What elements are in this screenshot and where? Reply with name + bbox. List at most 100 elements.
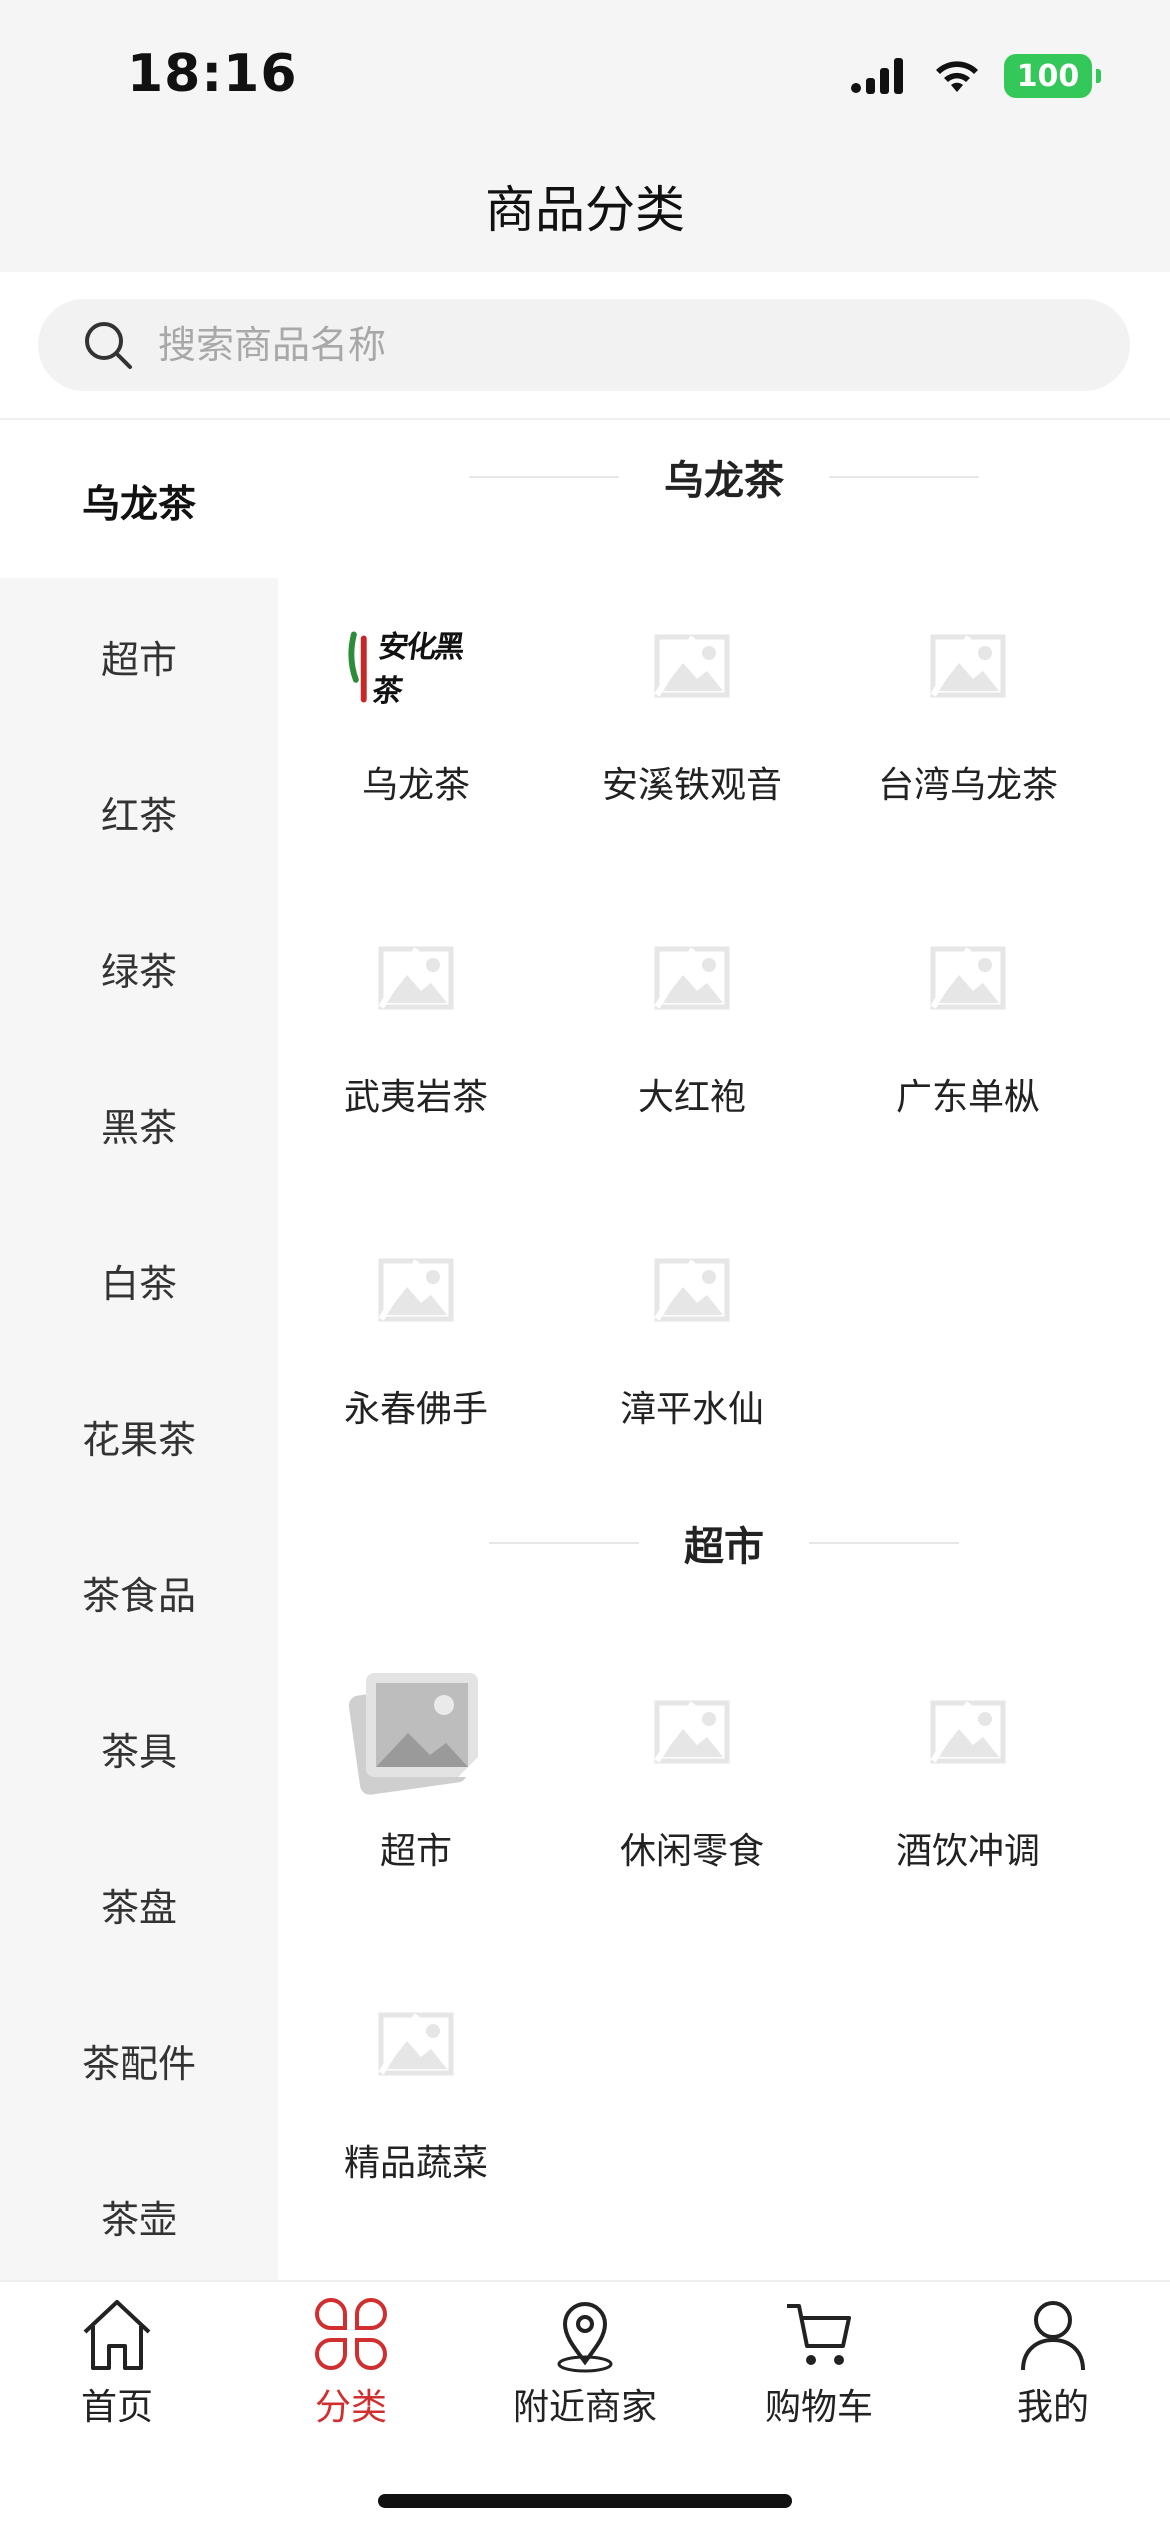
- placeholder-image-icon: [654, 1700, 730, 1764]
- sidebar-item[interactable]: 黑茶: [0, 1046, 278, 1202]
- category-item-name: 永春佛手: [343, 1389, 488, 1430]
- category-content: 乌龙茶 安化黑茶 乌龙茶 安溪铁观音 台湾乌龙茶 武夷岩茶 大红袍 广东单枞 永春佛手 漳平水仙超…: [278, 422, 1170, 2280]
- category-thumbnail: [622, 596, 762, 736]
- home-indicator: [378, 2494, 792, 2508]
- divider: [489, 1542, 639, 1544]
- category-item[interactable]: 安化黑茶 乌龙茶: [278, 532, 554, 844]
- sidebar-item[interactable]: 红茶: [0, 734, 278, 890]
- category-item[interactable]: 漳平水仙: [554, 1156, 830, 1468]
- category-item[interactable]: 武夷岩茶: [278, 844, 554, 1156]
- category-item-name: 休闲零食: [619, 1831, 764, 1872]
- category-sidebar: 乌龙茶 超市 红茶 绿茶 黑茶 白茶 花果茶 茶食品 茶具 茶盘 茶配件 茶壶: [0, 422, 278, 2280]
- sidebar-item[interactable]: 绿茶: [0, 890, 278, 1046]
- placeholder-image-icon: [378, 2012, 454, 2076]
- category-grid: 超市 休闲零食 酒饮冲调精品蔬菜: [278, 1598, 1170, 2222]
- tab-home[interactable]: 首页: [0, 2282, 234, 2432]
- category-item-name: 广东单枞: [895, 1077, 1040, 1118]
- search-box[interactable]: [38, 299, 1130, 391]
- tab-cart-label: 购物车: [764, 2387, 873, 2428]
- category-item[interactable]: 精品蔬菜: [278, 1910, 554, 2222]
- sidebar-item[interactable]: 茶壶: [0, 2138, 278, 2280]
- sidebar-item[interactable]: 花果茶: [0, 1358, 278, 1514]
- category-thumbnail: [622, 1220, 762, 1360]
- photo-stack-icon: [348, 1673, 478, 1795]
- category-item[interactable]: 大红袍: [554, 844, 830, 1156]
- cellular-signal-icon: [851, 58, 903, 94]
- status-icons: 100: [850, 52, 1101, 100]
- category-item-name: 安溪铁观音: [601, 765, 782, 806]
- category-thumbnail: [622, 908, 762, 1048]
- category-grid: 安化黑茶 乌龙茶 安溪铁观音 台湾乌龙茶 武夷岩茶 大红袍 广东单枞 永春佛手 漳平水仙: [278, 532, 1170, 1468]
- section-header: 超市: [278, 1488, 1170, 1598]
- category-item[interactable]: 安溪铁观音: [554, 532, 830, 844]
- sidebar-item[interactable]: 乌龙茶: [0, 422, 278, 578]
- sidebar-item[interactable]: 茶配件: [0, 1982, 278, 2138]
- category-thumbnail: [346, 1662, 486, 1802]
- tab-category-label: 分类: [314, 2387, 387, 2428]
- category-item-name: 精品蔬菜: [343, 2143, 488, 2184]
- profile-icon: [1021, 2301, 1085, 2371]
- category-item[interactable]: 休闲零食: [554, 1598, 830, 1910]
- section-title: 超市: [684, 1524, 764, 1570]
- placeholder-image-icon: [930, 634, 1006, 698]
- category-thumbnail: [346, 1220, 486, 1360]
- placeholder-image-icon: [654, 946, 730, 1010]
- location-pin-icon: [557, 2302, 613, 2373]
- divider: [809, 1542, 959, 1544]
- category-item[interactable]: 台湾乌龙茶: [830, 532, 1106, 844]
- sidebar-item[interactable]: 茶盘: [0, 1826, 278, 1982]
- category-item-name: 漳平水仙: [619, 1389, 764, 1430]
- divider: [469, 476, 619, 478]
- section-header: 乌龙茶: [278, 422, 1170, 532]
- category-item-name: 大红袍: [637, 1077, 746, 1118]
- category-item-name: 乌龙茶: [361, 765, 470, 806]
- tab-nearby-label: 附近商家: [512, 2387, 657, 2428]
- top-header: 18:16 100 商品分类: [0, 0, 1170, 272]
- category-item[interactable]: 永春佛手: [278, 1156, 554, 1468]
- page-title: 商品分类: [485, 181, 685, 239]
- placeholder-image-icon: [654, 634, 730, 698]
- category-thumbnail: 安化黑茶: [346, 596, 486, 736]
- search-bar-area: [0, 272, 1170, 420]
- placeholder-image-icon: [378, 946, 454, 1010]
- category-thumbnail: [346, 1974, 486, 2114]
- sidebar-item[interactable]: 白茶: [0, 1202, 278, 1358]
- category-thumbnail: [898, 596, 1038, 736]
- category-item-name: 超市: [379, 1831, 452, 1872]
- status-time: 18:16: [127, 44, 298, 104]
- category-item[interactable]: 超市: [278, 1598, 554, 1910]
- placeholder-image-icon: [930, 946, 1006, 1010]
- category-item[interactable]: 广东单枞: [830, 844, 1106, 1156]
- sidebar-item[interactable]: 茶具: [0, 1670, 278, 1826]
- category-thumbnail: [898, 908, 1038, 1048]
- category-item[interactable]: 酒饮冲调: [830, 1598, 1106, 1910]
- battery-level: 100: [1016, 58, 1080, 94]
- cart-icon: [787, 2304, 851, 2365]
- tab-profile[interactable]: 我的: [936, 2282, 1170, 2432]
- search-input[interactable]: [158, 323, 1058, 367]
- placeholder-image-icon: [654, 1258, 730, 1322]
- tab-home-label: 首页: [80, 2387, 153, 2428]
- brand-logo-text: 安化黑茶: [369, 630, 465, 709]
- bottom-tab-bar: 首页 分类 附近商家 购物车 我的: [0, 2280, 1170, 2532]
- category-item-name: 武夷岩茶: [343, 1077, 488, 1118]
- placeholder-image-icon: [930, 1700, 1006, 1764]
- search-icon: [85, 322, 132, 369]
- category-item-name: 台湾乌龙茶: [877, 765, 1058, 806]
- category-thumbnail: [898, 1662, 1038, 1802]
- sidebar-item[interactable]: 茶食品: [0, 1514, 278, 1670]
- tab-category[interactable]: 分类: [234, 2282, 468, 2432]
- brand-logo: 安化黑茶: [346, 622, 486, 710]
- category-icon: [315, 2297, 387, 2371]
- sidebar-item[interactable]: 超市: [0, 578, 278, 734]
- category-item-name: 酒饮冲调: [895, 1831, 1040, 1872]
- home-icon: [83, 2300, 151, 2370]
- brand-mark-icon: [348, 631, 367, 703]
- tab-profile-label: 我的: [1016, 2387, 1089, 2428]
- placeholder-image-icon: [378, 1258, 454, 1322]
- tab-cart[interactable]: 购物车: [702, 2282, 936, 2432]
- category-thumbnail: [622, 1662, 762, 1802]
- tab-nearby-merchants[interactable]: 附近商家: [468, 2282, 702, 2432]
- section-title: 乌龙茶: [664, 458, 784, 504]
- category-thumbnail: [346, 908, 486, 1048]
